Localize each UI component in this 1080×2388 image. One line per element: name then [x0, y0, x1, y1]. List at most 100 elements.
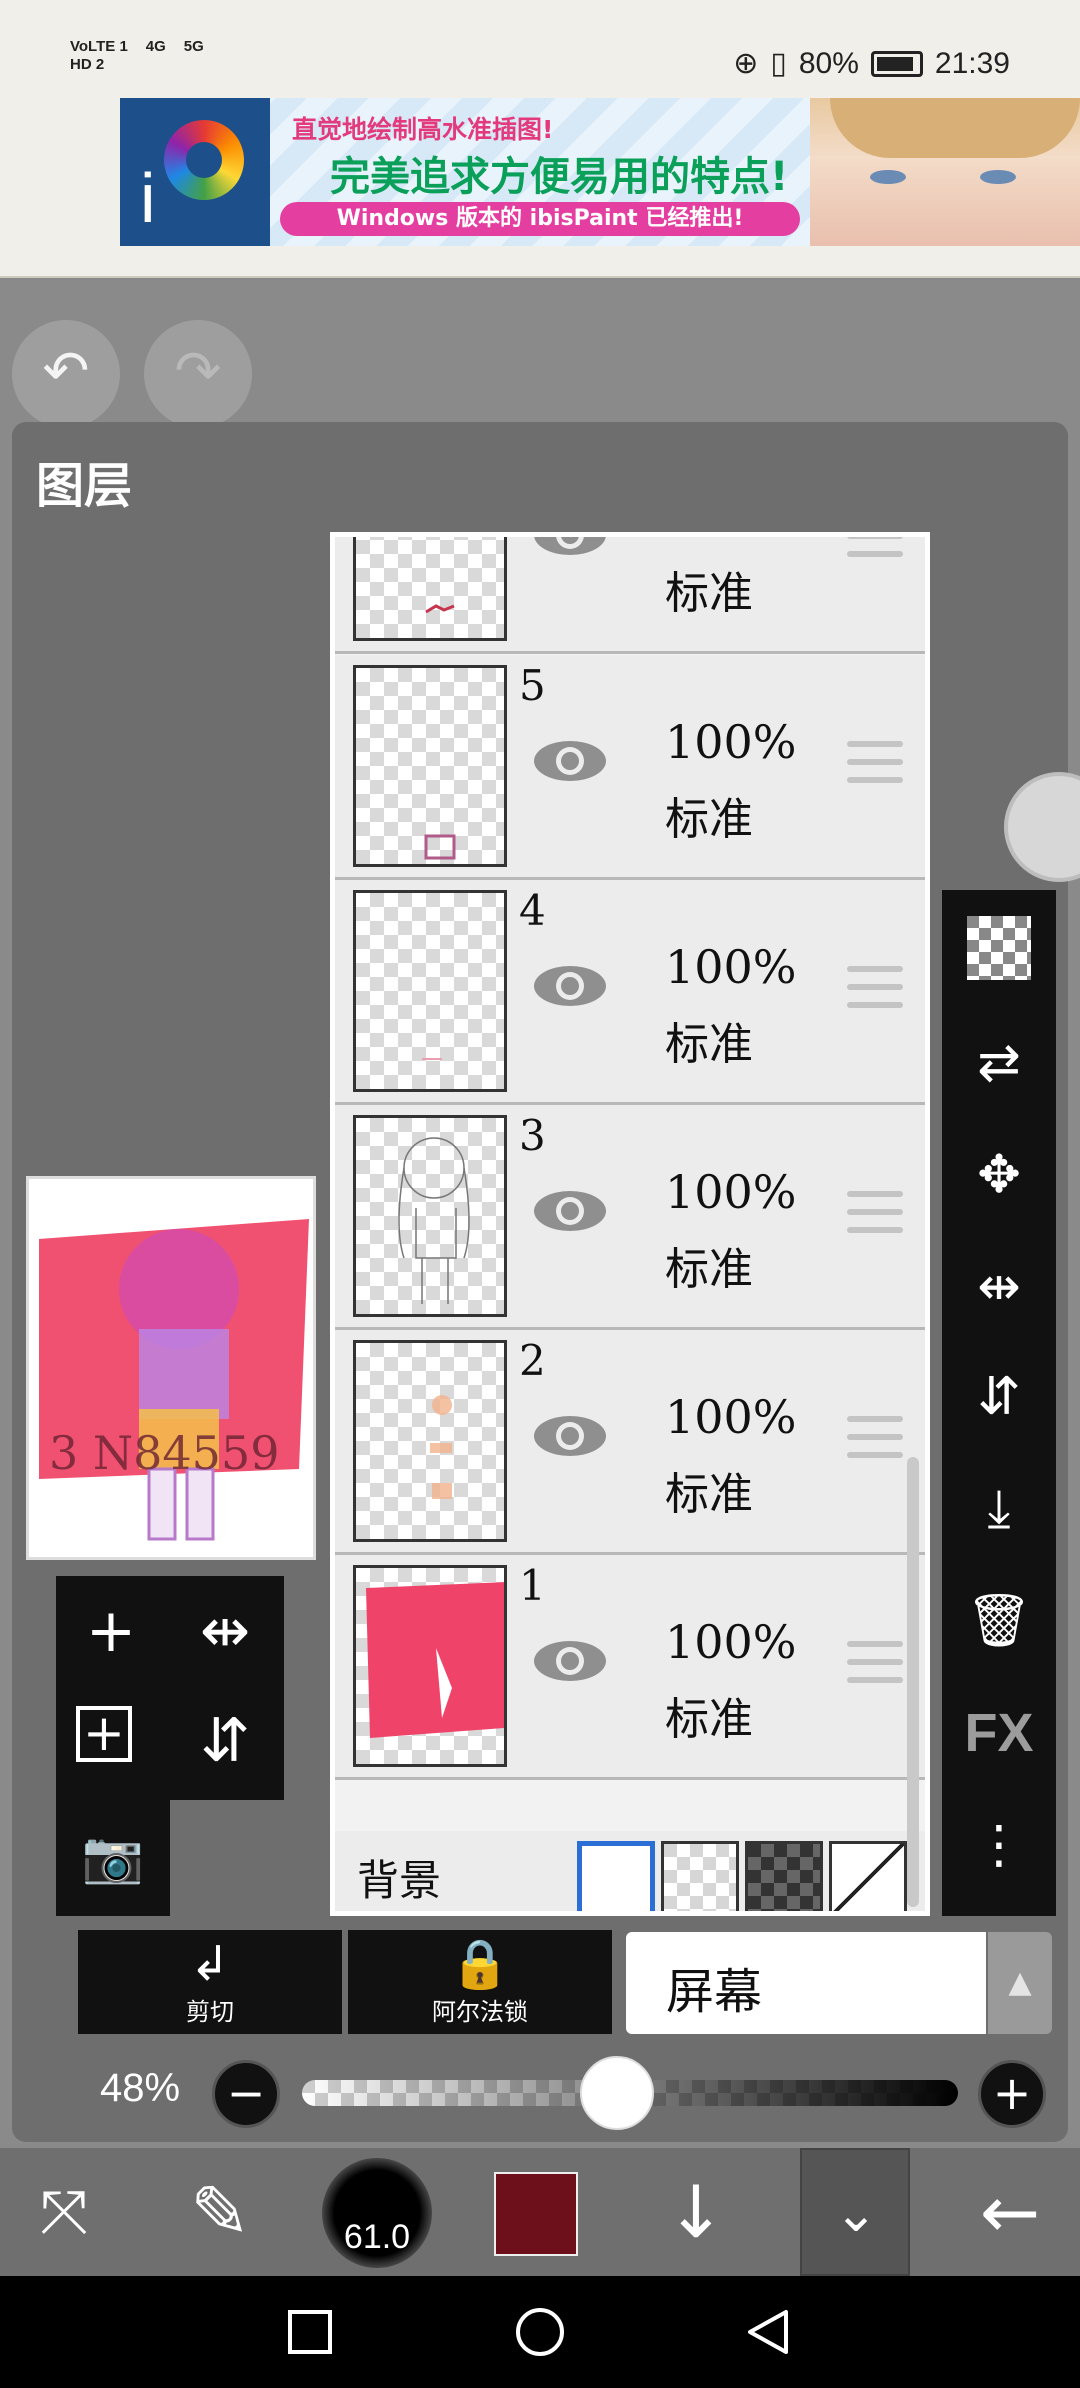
- recent-apps-icon[interactable]: [284, 2306, 336, 2358]
- layer-list[interactable]: 100% 标准 5 100% 标准 4 100% 标准 3 100% 标准: [330, 532, 930, 1916]
- layer-blend-mode[interactable]: 标准: [665, 1458, 753, 1522]
- status-right: ⊕ ▯ 80% 21:39: [733, 46, 1010, 81]
- layer-blend-mode[interactable]: 标准: [665, 783, 753, 847]
- brush-tool-icon[interactable]: ✎: [170, 2162, 270, 2262]
- flip-vertical-icon[interactable]: ⇵: [962, 1360, 1036, 1434]
- drag-handle-icon[interactable]: [847, 1416, 903, 1458]
- cut-button[interactable]: ↲ 剪切: [78, 1930, 342, 2034]
- zoom-slider-thumb[interactable]: [579, 2056, 654, 2130]
- background-dark-checker-swatch[interactable]: [745, 1841, 823, 1911]
- zoom-out-button[interactable]: −: [212, 2060, 280, 2128]
- move-icon[interactable]: ✥: [962, 1138, 1036, 1212]
- layer-opacity[interactable]: 100%: [665, 940, 797, 994]
- rotate-layer-icon[interactable]: ⇵: [190, 1706, 260, 1776]
- layer-number: 4: [519, 886, 546, 935]
- layer-thumbnail[interactable]: [353, 1340, 507, 1542]
- layer-thumbnail[interactable]: [353, 1115, 507, 1317]
- layer-opacity[interactable]: 100%: [665, 715, 797, 769]
- transform-tool-icon[interactable]: ⤧: [14, 2162, 114, 2262]
- layer-blend-mode[interactable]: 标准: [665, 557, 753, 621]
- layer-row-2[interactable]: 2 100% 标准: [335, 1330, 925, 1555]
- drag-handle-icon[interactable]: [847, 1641, 903, 1683]
- undo-icon: ↶: [42, 339, 90, 404]
- layer-thumbnail[interactable]: [353, 665, 507, 867]
- down-arrow-icon[interactable]: ↓: [646, 2162, 746, 2262]
- layer-blend-mode[interactable]: 标准: [665, 1008, 753, 1072]
- camera-toolbar: 📷: [56, 1800, 170, 1916]
- layer-row-1[interactable]: 1 100% 标准: [335, 1555, 925, 1780]
- eye-icon[interactable]: [531, 737, 609, 785]
- nfc-icon: ⊕: [733, 47, 759, 80]
- color-swatch[interactable]: [494, 2172, 578, 2256]
- scrollbar[interactable]: [907, 1457, 919, 1907]
- brush-size-button[interactable]: 61.0: [322, 2158, 432, 2268]
- layers-chevron-icon: ⌄: [834, 2184, 878, 2244]
- layer-number: 1: [519, 1561, 546, 1610]
- alpha-lock-label: 阿尔法锁: [432, 1998, 528, 2026]
- transfer-icon[interactable]: ⇄: [962, 1026, 1036, 1100]
- drag-handle-icon[interactable]: [847, 1191, 903, 1233]
- background-white-swatch[interactable]: [577, 1841, 655, 1911]
- trash-icon[interactable]: 🗑: [962, 1584, 1036, 1658]
- add-special-layer-icon[interactable]: +: [76, 1706, 132, 1762]
- fx-button[interactable]: FX: [962, 1696, 1036, 1770]
- flip-layer-icon[interactable]: ⇹: [190, 1596, 260, 1666]
- layer-number: 2: [519, 1336, 546, 1385]
- layer-thumbnail[interactable]: [353, 890, 507, 1092]
- ad-subheadline: 完美追求方便易用的特点!: [330, 154, 789, 200]
- home-icon[interactable]: [514, 2306, 566, 2358]
- undo-button[interactable]: ↶: [12, 320, 120, 428]
- layer-add-toolbar: + ⇹ + ⇵: [56, 1576, 284, 1800]
- ad-headline: 直觉地绘制高水准插图!: [292, 115, 554, 144]
- eye-icon[interactable]: [531, 1187, 609, 1235]
- layer-blend-mode[interactable]: 标准: [665, 1233, 753, 1297]
- eye-icon[interactable]: [531, 1412, 609, 1460]
- more-icon[interactable]: ⋮: [962, 1808, 1036, 1882]
- drag-handle-icon[interactable]: [847, 537, 903, 557]
- merge-down-icon[interactable]: ⤓: [962, 1472, 1036, 1546]
- flip-horizontal-icon[interactable]: ⇹: [962, 1250, 1036, 1324]
- canvas-preview[interactable]: 3 N84559: [26, 1176, 316, 1560]
- redo-button[interactable]: ↷: [144, 320, 252, 428]
- background-none-swatch[interactable]: [829, 1841, 907, 1911]
- drag-handle-icon[interactable]: [847, 966, 903, 1008]
- layer-row-5[interactable]: 5 100% 标准: [335, 655, 925, 880]
- network-indicators: VoLTE 1 4G 5G HD 2: [70, 38, 204, 73]
- layer-row-6[interactable]: 100% 标准: [335, 532, 925, 654]
- eye-icon[interactable]: [531, 532, 609, 559]
- checker-icon[interactable]: [967, 916, 1031, 980]
- eye-icon[interactable]: [531, 1637, 609, 1685]
- preview-art: 3 N84559: [39, 1219, 309, 1541]
- layer-thumbnail[interactable]: [353, 537, 507, 641]
- layer-opacity[interactable]: 100%: [665, 1165, 797, 1219]
- camera-icon[interactable]: 📷: [78, 1822, 148, 1892]
- drag-handle-icon[interactable]: [847, 741, 903, 783]
- layer-blend-mode[interactable]: 标准: [665, 1683, 753, 1747]
- back-arrow-icon[interactable]: ←: [960, 2162, 1060, 2262]
- zoom-in-button[interactable]: +: [978, 2060, 1046, 2128]
- layer-opacity[interactable]: 100%: [665, 537, 797, 543]
- background-transparent-swatch[interactable]: [661, 1841, 739, 1911]
- ad-banner[interactable]: i 直觉地绘制高水准插图! 完美追求方便易用的特点! Windows 版本的 i…: [0, 96, 1080, 278]
- clock: 21:39: [934, 46, 1010, 80]
- layer-opacity[interactable]: 100%: [665, 1390, 797, 1444]
- ad-illustration: [810, 98, 1080, 246]
- selection-mode-select[interactable]: 屏幕: [626, 1932, 986, 2034]
- layers-button[interactable]: ⌄: [800, 2148, 910, 2276]
- eye-icon[interactable]: [531, 962, 609, 1010]
- select-arrow-icon[interactable]: ▲: [988, 1932, 1052, 2034]
- add-layer-icon[interactable]: +: [76, 1596, 146, 1666]
- layer-thumbnail[interactable]: [353, 1565, 507, 1767]
- main-toolbar: ⤧ ✎ 61.0 ↓ ⌄ ←: [0, 2148, 1080, 2276]
- system-nav-bar: [0, 2276, 1080, 2388]
- alpha-lock-button[interactable]: 🔒 阿尔法锁: [348, 1930, 612, 2034]
- cut-arrow-icon: ↲: [189, 1936, 231, 1992]
- back-icon[interactable]: [742, 2306, 794, 2358]
- cut-label: 剪切: [186, 1998, 234, 2026]
- layer-opacity[interactable]: 100%: [665, 1615, 797, 1669]
- layer-tools-toolbar: ⇄ ✥ ⇹ ⇵ ⤓ 🗑 FX ⋮: [942, 890, 1056, 1916]
- layer-row-3[interactable]: 3 100% 标准: [335, 1105, 925, 1330]
- ad-content[interactable]: i 直觉地绘制高水准插图! 完美追求方便易用的特点! Windows 版本的 i…: [120, 98, 1080, 246]
- layer-row-4[interactable]: 4 100% 标准: [335, 880, 925, 1105]
- background-layer-row[interactable]: 背景: [335, 1831, 925, 1911]
